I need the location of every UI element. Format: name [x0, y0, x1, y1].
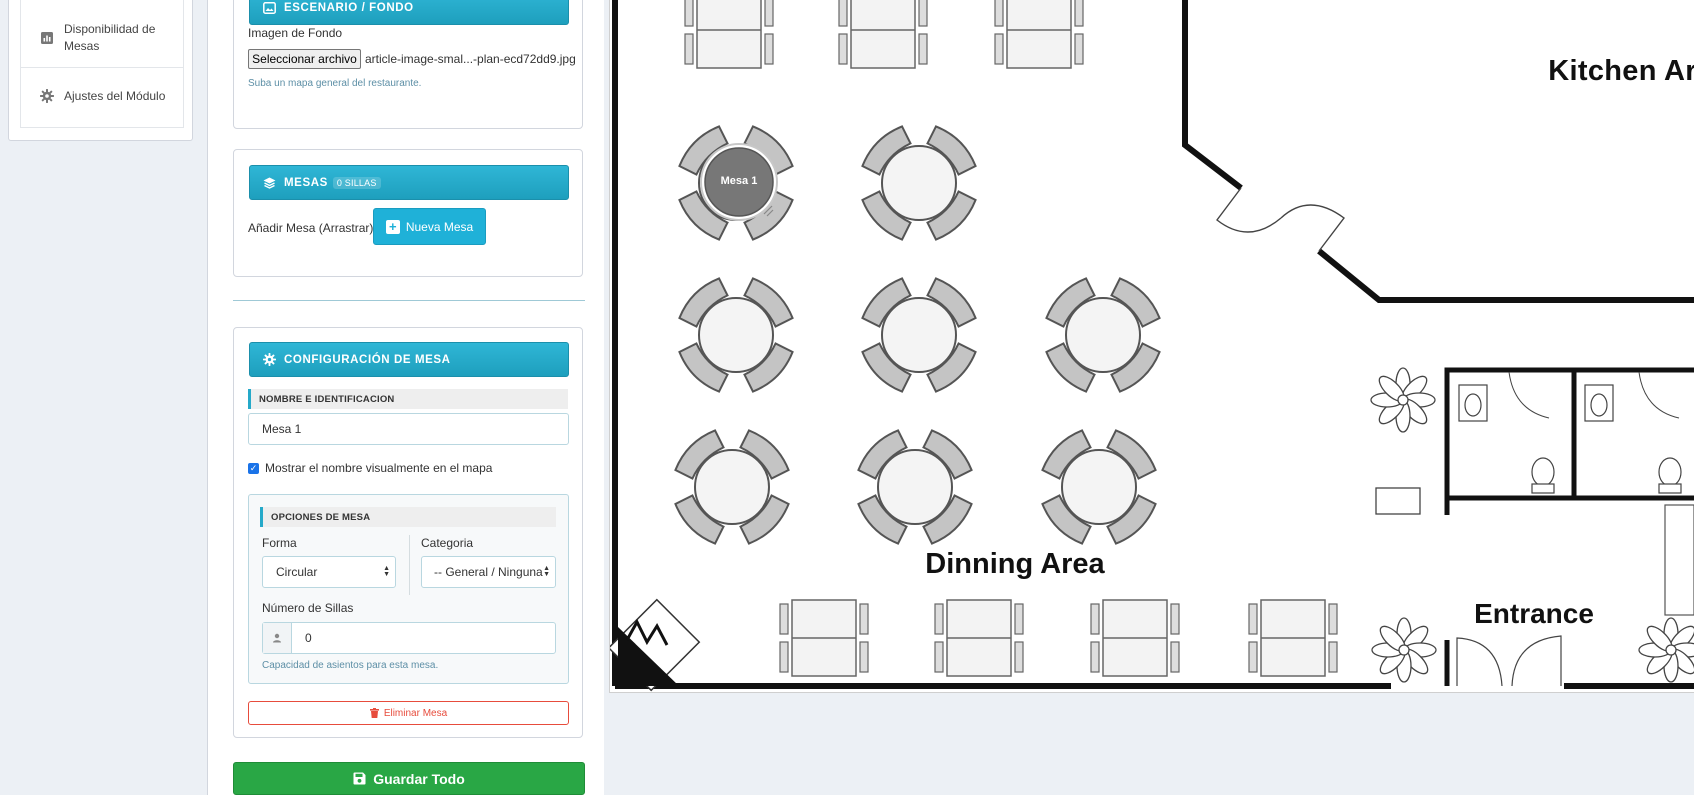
config-section-header: CONFIGURACIÓN DE MESA [249, 342, 569, 377]
table-options-box: OPCIONES DE MESA Forma Circular ▲ ▼ Categ… [248, 494, 569, 684]
map-label-dining: Dinning Area [925, 548, 1105, 580]
sidebar-item-disponibilidad[interactable]: Disponibilidad de Mesas [21, 20, 183, 56]
tables-section-header: MESAS 0 SILLAS [249, 165, 569, 200]
map-label-entrance: Entrance [1474, 598, 1594, 629]
user-icon [263, 623, 292, 653]
plus-icon: + [385, 219, 400, 234]
sidebar-divider [21, 67, 183, 68]
floor-plan-drawing [609, 0, 1694, 692]
show-name-label: Mostrar el nombre visualmente en el mapa [265, 461, 493, 475]
new-table-button-label: Nueva Mesa [405, 219, 474, 234]
chairs-label: Número de Sillas [262, 601, 354, 615]
save-all-button[interactable]: Guardar Todo [233, 762, 585, 795]
table-marker-mesa-1[interactable]: Mesa 1 [721, 175, 758, 187]
sidebar-menu-card: Disponibilidad de Mesas Ajustes del Módu… [8, 0, 193, 141]
tables-card: MESAS 0 SILLAS Añadir Mesa (Arrastrar) +… [233, 149, 583, 277]
add-table-label: Añadir Mesa (Arrastrar) [248, 221, 374, 235]
show-name-row: ✓ Mostrar el nombre visualmente en el ma… [248, 461, 492, 475]
trash-icon [369, 708, 379, 718]
delete-table-label: Eliminar Mesa [383, 707, 448, 719]
table-config-card: CONFIGURACIÓN DE MESA NOMBRE E IDENTIFIC… [233, 327, 583, 738]
category-select[interactable]: -- General / Ninguna -- ▲ ▼ [421, 556, 556, 588]
chairs-count-badge: 0 SILLAS [332, 176, 381, 189]
section-separator [233, 300, 585, 301]
shape-select-value: Circular [276, 565, 318, 579]
background-image-label: Imagen de Fondo [248, 26, 343, 40]
name-section-heading: NOMBRE E IDENTIFICACION [248, 389, 568, 409]
tables-section-title: MESAS [284, 176, 328, 189]
selected-file-name: article-image-smal...-plan-ecd72dd9.jpg [365, 52, 576, 66]
bar-chart-icon [39, 30, 55, 46]
show-name-checkbox[interactable]: ✓ [248, 462, 259, 474]
chairs-help-text: Capacidad de asientos para esta mesa. [262, 660, 439, 671]
sidebar-item-label: Disponibilidad de Mesas [64, 22, 156, 53]
sidebar-item-ajustes[interactable]: Ajustes del Módulo [21, 86, 183, 106]
gear-icon [262, 353, 276, 367]
background-section-header: ESCENARIO / FONDO [249, 0, 569, 25]
layers-icon [262, 176, 276, 190]
table-name-input[interactable]: Mesa 1 [248, 413, 569, 445]
background-card: ESCENARIO / FONDO Imagen de Fondo Selecc… [233, 0, 583, 129]
new-table-button[interactable]: + Nueva Mesa [373, 208, 486, 245]
background-help-text: Suba un mapa general del restaurante. [248, 78, 422, 89]
delete-table-button[interactable]: Eliminar Mesa [248, 701, 569, 725]
select-arrows-icon: ▲ ▼ [383, 565, 390, 578]
image-icon [262, 1, 276, 15]
left-sidebar: Disponibilidad de Mesas Ajustes del Módu… [0, 0, 207, 795]
sidebar-menu: Disponibilidad de Mesas Ajustes del Módu… [20, 0, 184, 128]
select-arrows-icon: ▲ ▼ [543, 565, 550, 578]
select-file-button[interactable]: Seleccionar archivo [248, 49, 361, 69]
chairs-input[interactable]: 0 [305, 631, 312, 645]
category-select-value: -- General / Ninguna -- [434, 565, 546, 579]
sidebar-item-label: Ajustes del Módulo [64, 89, 166, 103]
floppy-disk-icon [353, 772, 366, 785]
options-section-heading: OPCIONES DE MESA [260, 507, 556, 527]
gear-icon [39, 88, 55, 104]
background-section-title: ESCENARIO / FONDO [284, 1, 414, 14]
shape-label: Forma [262, 536, 297, 550]
category-label: Categoria [421, 536, 474, 550]
chairs-input-group: 0 [262, 622, 556, 654]
shape-select[interactable]: Circular ▲ ▼ [262, 556, 396, 588]
save-all-label: Guardar Todo [373, 770, 465, 787]
config-section-title: CONFIGURACIÓN DE MESA [284, 353, 451, 366]
floor-plan-map[interactable]: Kitchen Area Dinning Area Entrance Mesa … [609, 0, 1694, 693]
options-divider [409, 535, 410, 595]
map-label-kitchen: Kitchen Area [1548, 55, 1694, 87]
